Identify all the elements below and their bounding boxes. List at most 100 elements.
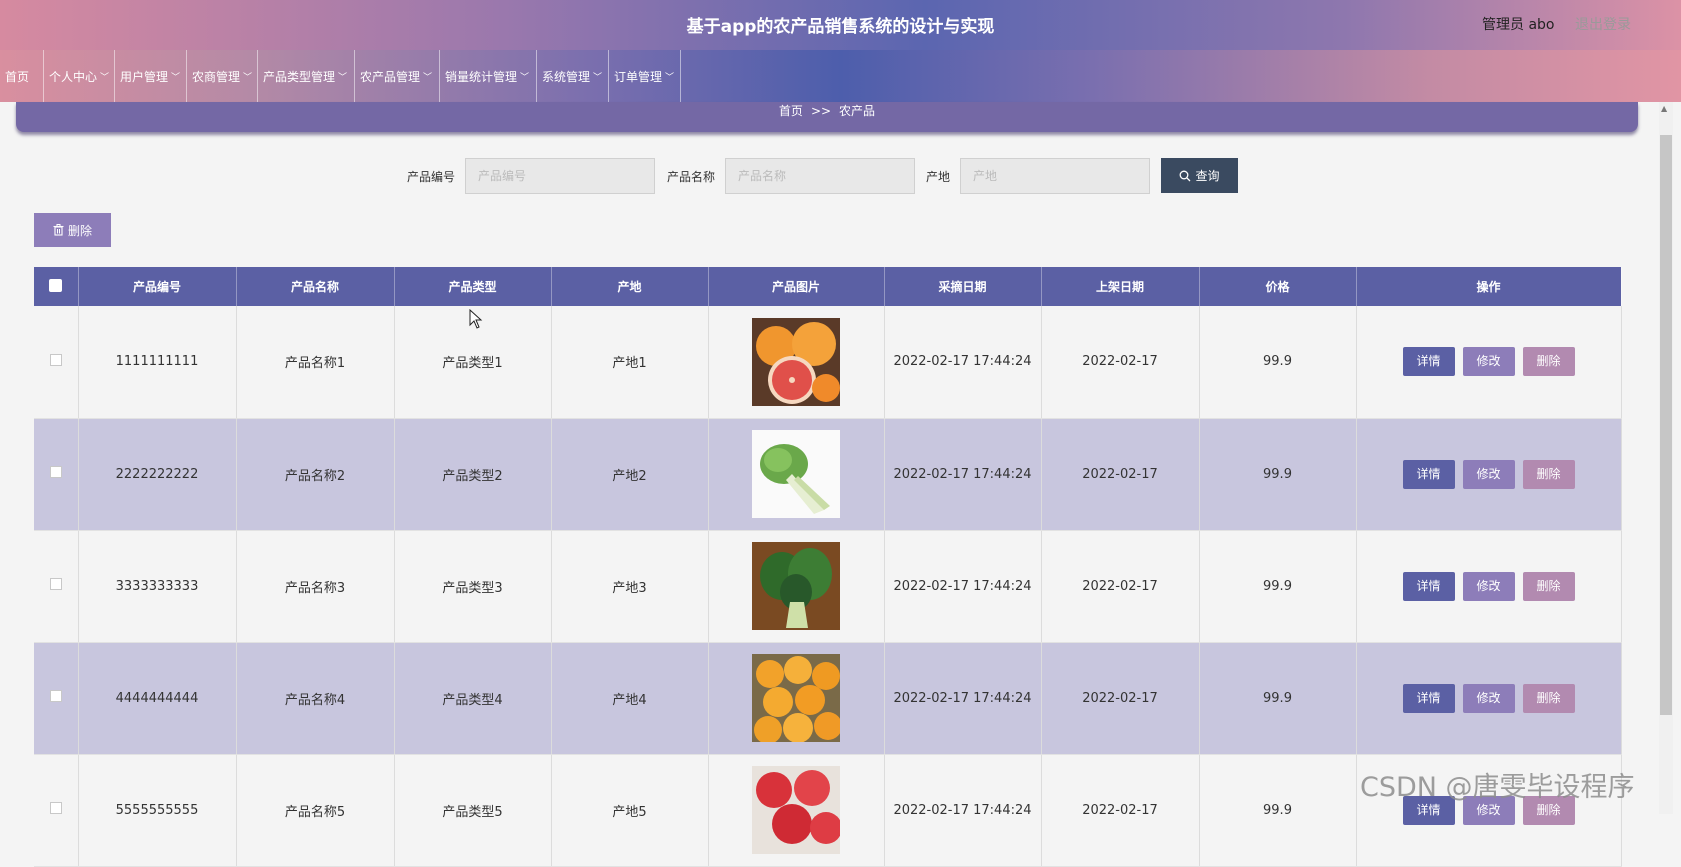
detail-button[interactable]: 详情 [1402,347,1455,377]
delete-button[interactable]: 删除 [1522,571,1575,601]
greens-image[interactable] [752,542,840,630]
delete-button[interactable]: 删除 [1522,347,1575,377]
search-name-input[interactable] [725,158,916,194]
bok-choy-image[interactable] [752,430,840,518]
nav-label: 销量统计管理 [445,69,518,84]
watermark: CSDN @唐雯毕设程序 [1360,772,1635,803]
cell-type: 产品类型3 [394,530,552,643]
nav-item-users[interactable]: 用户管理 ﹀ [115,50,187,102]
edit-button[interactable]: 修改 [1462,347,1515,377]
chevron-down-icon: ﹀ [593,72,603,83]
cell-code: 4444444444 [78,642,237,755]
cell-price: 99.9 [1199,754,1357,867]
row-checkbox[interactable] [49,578,62,590]
nav-item-merchants[interactable]: 农商管理 ﹀ [187,50,258,102]
search-origin-label: 产地 [926,169,951,184]
table-header-row: 产品编号 产品名称 产品类型 产地 产品图片 采摘日期 上架日期 价格 操作 [34,267,1622,306]
row-checkbox[interactable] [49,353,62,366]
header-origin[interactable]: 产地 [551,267,709,306]
edit-button[interactable]: 修改 [1462,459,1515,489]
cell-name: 产品名称2 [236,418,395,531]
cell-actions: 详情 修改 删除 [1356,530,1622,643]
cell-image [708,642,885,755]
logout-link[interactable]: 退出登录 [1575,14,1631,34]
cell-type: 产品类型5 [394,754,552,867]
nav-item-system[interactable]: 系统管理 ﹀ [537,50,609,102]
cell-pick-date: 2022-02-17 17:44:24 [884,306,1042,419]
table-row: 1111111111 产品名称1 产品类型1 产地1 2022-02-17 17… [34,306,1622,419]
header-image: 产品图片 [708,267,885,306]
nav-item-personal[interactable]: 个人中心 ﹀ [44,50,115,102]
cell-origin: 产地1 [551,306,709,419]
nav-label: 用户管理 [120,69,169,84]
cell-image [708,306,885,419]
row-checkbox[interactable] [49,466,62,478]
search-name-group: 产品名称 [667,158,916,194]
select-all-checkbox[interactable] [49,278,63,292]
cell-image [708,418,885,531]
breadcrumb-home[interactable]: 首页 [779,104,803,118]
search-icon [1180,170,1191,181]
grapefruit-image[interactable] [752,317,840,406]
row-checkbox[interactable] [49,690,62,702]
edit-button[interactable]: 修改 [1462,683,1515,713]
cell-price: 99.9 [1199,530,1357,643]
scrollbar-thumb[interactable] [1660,135,1672,715]
chevron-down-icon: ﹀ [423,72,433,83]
cell-actions: 详情 修改 删除 [1356,642,1622,755]
delete-button[interactable]: 删除 [1522,459,1575,489]
cell-code: 5555555555 [78,754,237,867]
breadcrumb-current: 农产品 [839,104,876,118]
edit-button[interactable]: 修改 [1462,571,1515,601]
current-user: 管理员 abo [1482,17,1555,33]
cell-list-date: 2022-02-17 [1041,530,1200,643]
chevron-down-icon: ﹀ [665,72,675,83]
scroll-up-arrow-icon[interactable]: ▲ [1661,104,1667,113]
detail-button[interactable]: 详情 [1402,571,1455,601]
cell-actions: 详情 修改 删除 [1356,418,1622,531]
page-title: 基于app的农产品销售系统的设计与实现 [686,17,995,37]
nav-item-sales-stats[interactable]: 销量统计管理 ﹀ [440,50,537,102]
nav-item-orders[interactable]: 订单管理 ﹀ [609,50,681,102]
search-origin-input[interactable] [960,158,1151,194]
top-header: 基于app的农产品销售系统的设计与实现 管理员 abo 退出登录 [0,0,1681,50]
row-checkbox[interactable] [49,802,62,814]
header-pick-date[interactable]: 采摘日期 [884,267,1042,306]
cell-origin: 产地2 [551,418,709,531]
chevron-down-icon: ﹀ [520,72,530,83]
header-type[interactable]: 产品类型 [394,267,552,306]
bulk-delete-button[interactable]: 删除 [34,213,111,247]
header-price[interactable]: 价格 [1199,267,1357,306]
detail-button[interactable]: 详情 [1402,683,1455,713]
cell-code: 1111111111 [78,306,237,419]
header-name[interactable]: 产品名称 [236,267,395,306]
nav-item-home[interactable]: 首页 [0,50,44,102]
table-row: 2222222222 产品名称2 产品类型2 产地2 2022-02-17 17… [34,418,1622,531]
cell-origin: 产地3 [551,530,709,643]
oranges-image[interactable] [752,654,840,742]
cell-type: 产品类型2 [394,418,552,531]
detail-button[interactable]: 详情 [1402,459,1455,489]
header-actions: 操作 [1356,267,1622,306]
header-list-date[interactable]: 上架日期 [1041,267,1200,306]
nav-label: 系统管理 [542,69,591,84]
delete-button[interactable]: 删除 [1522,683,1575,713]
query-button[interactable]: 查询 [1161,158,1238,193]
nav-item-product-types[interactable]: 产品类型管理 ﹀ [258,50,355,102]
cell-list-date: 2022-02-17 [1041,754,1200,867]
search-name-label: 产品名称 [667,169,716,184]
header-code[interactable]: 产品编号 [78,267,237,306]
cell-code: 2222222222 [78,418,237,531]
query-button-label: 查询 [1195,169,1220,183]
cell-origin: 产地4 [551,642,709,755]
search-code-input[interactable] [465,158,656,194]
cell-type: 产品类型4 [394,642,552,755]
table-row: 3333333333 产品名称3 产品类型3 产地3 2022-02-17 17… [34,530,1622,643]
chevron-down-icon: ﹀ [243,72,253,83]
cell-pick-date: 2022-02-17 17:44:24 [884,530,1042,643]
cell-list-date: 2022-02-17 [1041,642,1200,755]
apples-image[interactable] [752,766,840,854]
nav-item-products[interactable]: 农产品管理 ﹀ [355,50,440,102]
cell-image [708,530,885,643]
row-select-cell [34,306,79,419]
